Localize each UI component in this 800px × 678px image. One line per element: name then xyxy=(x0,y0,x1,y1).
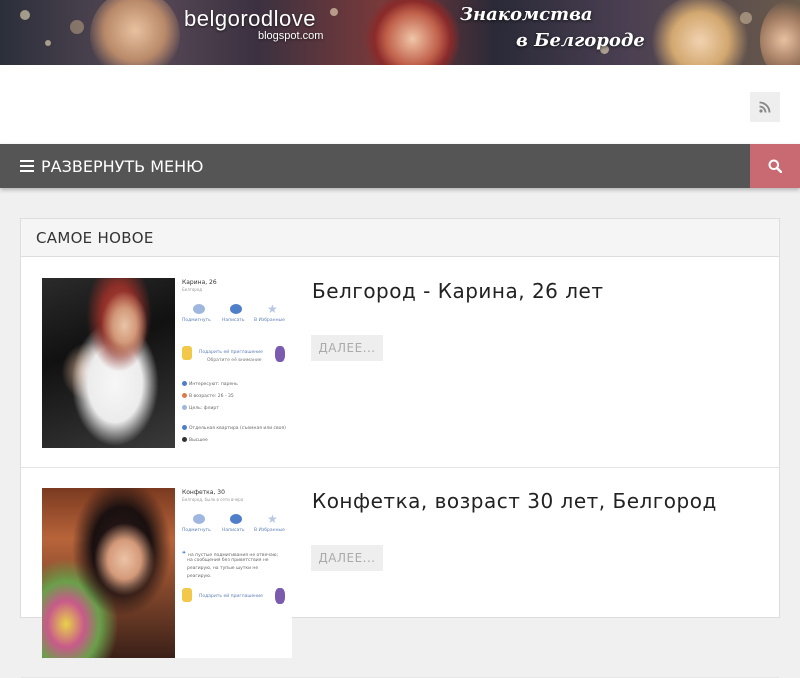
card-action-label: В Избранные xyxy=(254,318,285,323)
gift-icon-2 xyxy=(275,346,285,362)
card-quote-line: реагирую, на тупые шутки не xyxy=(187,566,259,571)
search-icon xyxy=(768,159,782,173)
info-icon xyxy=(182,381,187,386)
banner-photo-3 xyxy=(650,0,750,65)
card-location: Белгород xyxy=(182,287,203,292)
star-icon: ★ xyxy=(267,512,278,526)
read-more-button[interactable]: ДАЛЕЕ... xyxy=(311,545,383,571)
card-location: Белгород, было в сети вчера xyxy=(182,497,244,502)
main-menu-bar: РАЗВЕРНУТЬ МЕНЮ xyxy=(0,144,800,188)
age-icon xyxy=(182,393,187,398)
gift-icon xyxy=(182,346,192,360)
card-action-label: Написать xyxy=(222,318,245,323)
gift-line1: Подарить ей приглашение xyxy=(199,594,263,599)
card-action-label: Подмигнуть xyxy=(182,528,211,533)
post-thumbnail[interactable]: Конфетка, 30 Белгород, было в сети вчера… xyxy=(42,488,292,658)
star-icon: ★ xyxy=(267,302,278,316)
latest-posts-panel: САМОЕ НОВОЕ Карина, 26 Белгород ★ Подмиг… xyxy=(20,218,780,678)
menu-toggle-button[interactable]: РАЗВЕРНУТЬ МЕНЮ xyxy=(20,144,203,188)
profile-card: Карина, 26 Белгород ★ Подмигнуть Написат… xyxy=(179,278,292,448)
read-more-button[interactable]: ДАЛЕЕ... xyxy=(311,335,383,361)
card-action-label: В Избранные xyxy=(254,528,285,533)
card-action-label: Написать xyxy=(222,528,245,533)
rss-button[interactable] xyxy=(750,92,780,122)
profile-photo xyxy=(42,278,175,448)
card-quote-line: реагирую. xyxy=(187,574,212,579)
card-education: Высшее xyxy=(189,438,208,443)
site-logo-subtitle: blogspot.com xyxy=(258,30,324,42)
gift-icon-2 xyxy=(275,588,285,604)
card-name: Конфетка, 30 xyxy=(182,489,225,496)
search-button[interactable] xyxy=(750,144,800,188)
section-title: САМОЕ НОВОЕ xyxy=(21,219,779,257)
card-quote-line: на сообщения без приветствия не xyxy=(187,558,269,563)
banner-slogan-line1: Знакомства xyxy=(460,4,593,25)
post-thumbnail[interactable]: Карина, 26 Белгород ★ Подмигнуть Написат… xyxy=(42,278,292,448)
header-area xyxy=(0,65,800,144)
banner-photo-1 xyxy=(90,0,180,65)
header-banner[interactable]: belgorodlove blogspot.com Знакомства в Б… xyxy=(0,0,800,65)
banner-slogan-line2: в Белгороде xyxy=(516,30,645,51)
profile-card: Конфетка, 30 Белгород, было в сети вчера… xyxy=(179,488,292,658)
post-item: Карина, 26 Белгород ★ Подмигнуть Написат… xyxy=(21,258,779,468)
gift-line2: Обратите её внимание xyxy=(207,358,262,363)
message-icon xyxy=(230,304,242,314)
card-age: В возрасте: 26 - 35 xyxy=(189,394,234,399)
goal-icon xyxy=(182,405,187,410)
card-name: Карина, 26 xyxy=(182,279,217,286)
banner-photo-2 xyxy=(365,0,460,65)
gift-line1: Подарить ей приглашение xyxy=(199,350,263,355)
post-item: Конфетка, 30 Белгород, было в сети вчера… xyxy=(21,468,779,678)
home-icon xyxy=(182,425,187,430)
education-icon xyxy=(182,437,187,442)
post-title[interactable]: Белгород - Карина, 26 лет xyxy=(312,279,603,303)
banner-photo-4 xyxy=(760,0,800,65)
card-housing: Отдельная квартира (съемная или своя) xyxy=(189,426,286,431)
card-action-label: Подмигнуть xyxy=(182,318,211,323)
card-goal: Цель: флирт xyxy=(189,406,219,411)
post-title[interactable]: Конфетка, возраст 30 лет, Белгород xyxy=(312,489,717,513)
profile-photo xyxy=(42,488,175,658)
site-logo[interactable]: belgorodlove xyxy=(184,6,316,32)
wink-icon xyxy=(193,514,205,524)
rss-icon xyxy=(759,101,771,113)
hamburger-icon xyxy=(20,160,34,172)
wink-icon xyxy=(193,304,205,314)
message-icon xyxy=(230,514,242,524)
menu-toggle-label: РАЗВЕРНУТЬ МЕНЮ xyxy=(41,156,204,176)
card-interest: Интересуют: парень xyxy=(189,382,238,387)
